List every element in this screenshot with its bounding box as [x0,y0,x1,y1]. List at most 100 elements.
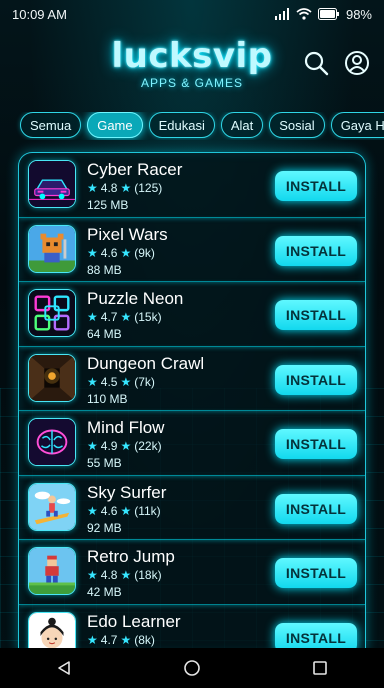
status-time: 10:09 AM [12,6,67,22]
pixel-warrior-icon [28,224,76,273]
battery-percent: 98% [345,6,372,22]
dungeon-icon [28,353,76,402]
app-rating: ★ 4.8 ★ (125) [87,181,162,195]
app-name: Cyber Racer [87,160,183,179]
list-item[interactable]: Cyber Racer ★ 4.8 ★ (125) 125 MB INSTALL [19,153,365,218]
rating-value: 4.7 [100,310,118,324]
star-icon: ★ [87,374,98,389]
app-rating: ★ 4.6 ★ (9k) [87,246,155,260]
star-icon: ★ [120,632,132,647]
review-count: (11k) [134,503,161,518]
review-count: (18k) [134,568,162,582]
app-rating: ★ 4.6 ★ (11k) [87,504,161,518]
review-count: (8k) [134,632,155,647]
review-count: (22k) [134,439,162,453]
app-size: 64 MB [87,327,122,341]
rating-value: 4.8 [100,181,118,195]
star-icon: ★ [120,374,132,389]
app-list: Cyber Racer ★ 4.8 ★ (125) 125 MB INSTALL… [18,152,366,652]
install-button[interactable]: INSTALL [275,364,357,395]
battery-icon [317,8,339,20]
profile-icon[interactable] [344,50,370,76]
list-item[interactable]: Mind Flow ★ 4.9 ★ (22k) 55 MB INSTALL [19,411,365,476]
rating-value: 4.8 [100,568,118,582]
home-circle-icon [184,660,200,676]
app-rating: ★ 4.5 ★ (7k) [87,375,155,389]
app-size: 110 MB [87,391,128,406]
review-count: (125) [134,181,163,195]
star-icon: ★ [120,181,132,195]
app-rating: ★ 4.7 ★ (8k) [87,633,155,647]
list-item[interactable]: Pixel Wars ★ 4.6 ★ (9k) 88 MB INSTALL [19,218,365,282]
tab-alat[interactable]: Alat [220,112,264,138]
signal-icon [274,8,289,20]
wifi-icon [296,8,312,20]
install-button[interactable]: INSTALL [275,429,357,459]
system-nav-bar [0,648,384,688]
app-rating: ★ 4.7 ★ (15k) [87,310,162,324]
install-button[interactable]: INSTALL [275,171,357,201]
install-button[interactable]: INSTALL [275,300,357,330]
star-icon: ★ [87,568,98,582]
install-button[interactable]: INSTALL [275,235,357,266]
star-icon: ★ [120,503,132,518]
review-count: (9k) [134,245,155,260]
tab-gaya-hidup[interactable]: Gaya Hidup [330,112,384,138]
neon-puzzle-icon [28,289,76,337]
app-header: lucksvip APPS & GAMES [0,32,384,102]
back-button[interactable] [44,653,84,683]
tab-semua[interactable]: Semua [20,112,82,138]
brain-icon [28,418,76,466]
star-icon: ★ [87,439,98,453]
tab-edukasi[interactable]: Edukasi [148,112,215,138]
list-item[interactable]: Dungeon Crawl ★ 4.5 ★ (7k) 110 MB INSTAL… [19,347,365,411]
star-icon: ★ [87,632,98,647]
list-item[interactable]: Puzzle Neon ★ 4.7 ★ (15k) 64 MB INSTALL [19,282,365,347]
app-name: Dungeon Crawl [87,353,205,373]
star-icon: ★ [120,245,132,260]
app-size: 88 MB [87,262,122,277]
star-icon: ★ [120,310,132,324]
recents-square-icon [313,661,327,675]
app-name: Sky Surfer [87,482,167,502]
star-icon: ★ [87,181,98,195]
category-tabs: Semua Game Edukasi Alat Sosial Gaya Hidu… [0,112,384,140]
learner-icon [28,611,76,652]
rating-value: 4.9 [100,439,118,453]
list-item[interactable]: Edo Learner ★ 4.7 ★ (8k) INSTALL [19,605,365,652]
status-icons: 98% [274,7,372,22]
back-triangle-icon [58,661,70,675]
install-button[interactable]: INSTALL [275,493,357,524]
app-name: Pixel Wars [87,224,168,244]
review-count: (15k) [134,310,162,324]
star-icon: ★ [87,310,98,324]
search-icon[interactable] [303,50,329,76]
app-size: 125 MB [87,198,129,212]
app-size: 55 MB [87,456,122,470]
star-icon: ★ [120,439,132,453]
rating-value: 4.5 [100,374,118,389]
app-size: 42 MB [87,585,122,599]
tab-game[interactable]: Game [87,112,143,138]
app-size: 92 MB [87,520,122,535]
recents-button[interactable] [300,653,340,683]
home-button[interactable] [172,653,212,683]
list-item[interactable]: Sky Surfer ★ 4.6 ★ (11k) 92 MB INSTALL [19,476,365,540]
retro-jumper-icon [28,547,76,595]
status-bar: 10:09 AM 98% [0,0,384,28]
race-car-icon [28,160,76,208]
tab-sosial[interactable]: Sosial [269,112,325,138]
rating-value: 4.6 [100,245,118,260]
app-rating: ★ 4.9 ★ (22k) [87,439,162,453]
app-rating: ★ 4.8 ★ (18k) [87,568,162,582]
app-name: Mind Flow [87,418,165,437]
list-item[interactable]: Retro Jump ★ 4.8 ★ (18k) 42 MB INSTALL [19,540,365,605]
app-tagline: APPS & GAMES [140,76,244,90]
app-name: Edo Learner [87,611,181,631]
app-name: Retro Jump [87,547,175,566]
review-count: (7k) [134,374,155,389]
rating-value: 4.7 [100,632,118,647]
app-name: Puzzle Neon [87,289,184,308]
install-button[interactable]: INSTALL [275,558,357,588]
star-icon: ★ [87,245,98,260]
